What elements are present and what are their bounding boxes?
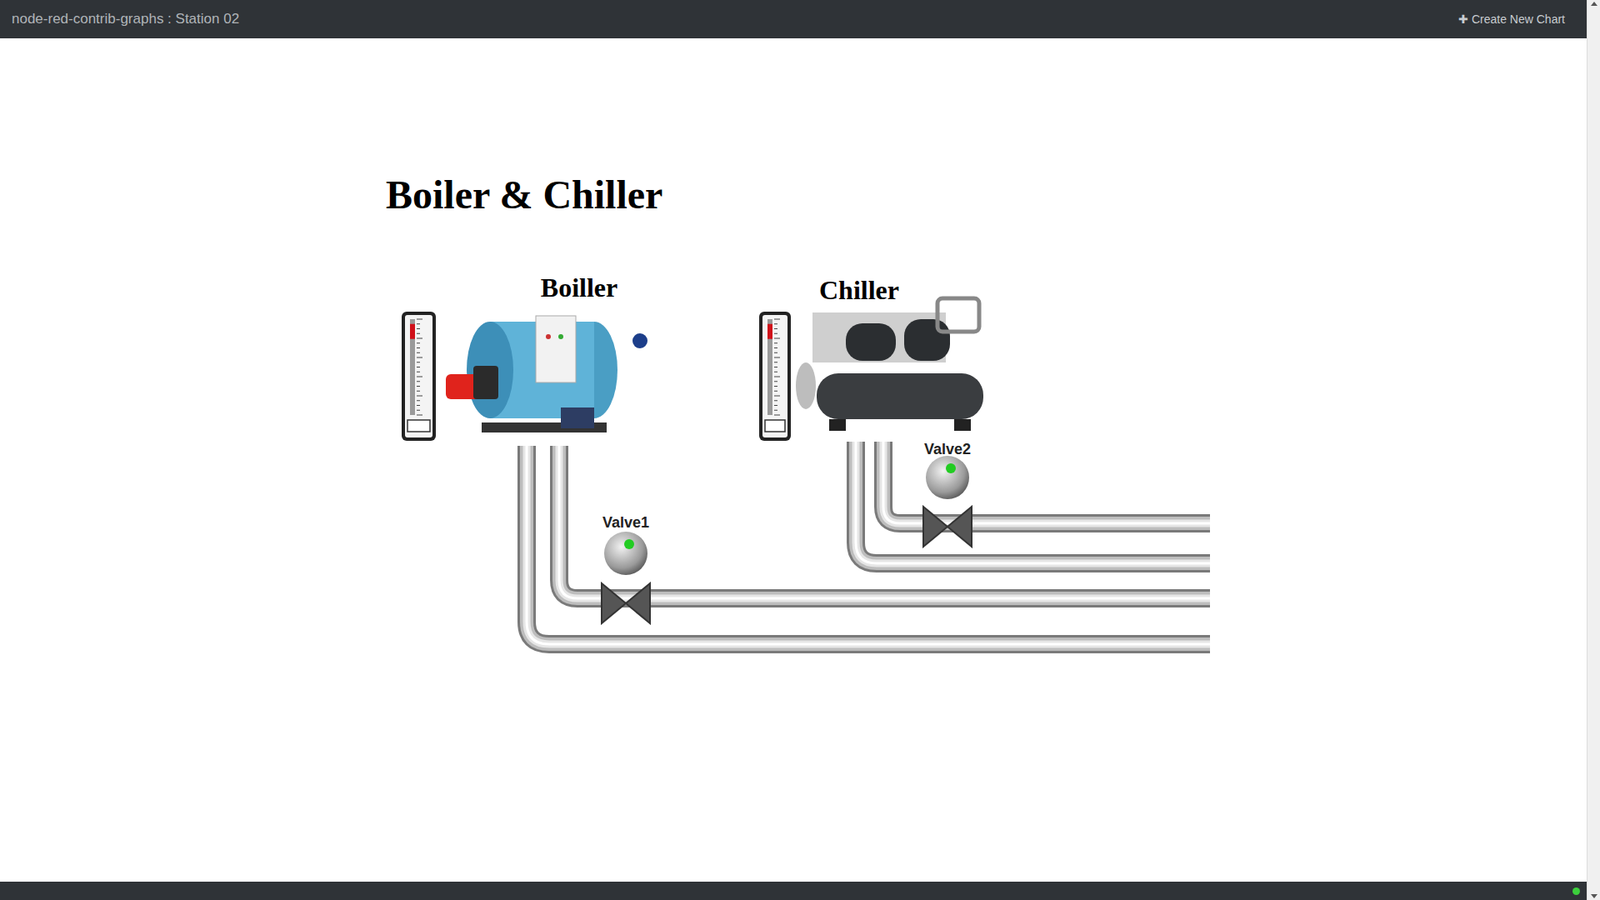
boiler-picture	[444, 290, 654, 437]
valve-label: Valve2	[914, 441, 981, 457]
valve-icon[interactable]	[921, 505, 974, 549]
level-gauge	[758, 310, 792, 442]
valve-label: Valve1	[592, 515, 660, 530]
app: node-red-contrib-graphs : Station 02 ✚Cre…	[0, 0, 1600, 900]
valve-indicator	[924, 454, 971, 501]
valve-indicator	[602, 530, 650, 577]
dashboard: Boiler & Chiller Boiller Chiller Valve1 Valv…	[0, 38, 1587, 882]
chiller-picture	[795, 294, 997, 434]
pipes	[0, 38, 1587, 882]
connection-icon	[1572, 887, 1580, 895]
page-title: Boiler & Chiller	[0, 38, 1587, 219]
level-gauge	[400, 310, 437, 442]
equipment-label: Boiller	[512, 274, 646, 301]
valve-icon[interactable]	[600, 581, 652, 625]
scrollbar[interactable]	[1586, 0, 1600, 900]
create-chart-button[interactable]: ✚Create New Chart	[1458, 10, 1565, 29]
header-title: node-red-contrib-graphs : Station 02	[11, 8, 240, 30]
equipment-label: Chiller	[792, 276, 926, 304]
status-bar	[0, 881, 1587, 900]
header-bar: node-red-contrib-graphs : Station 02 ✚Cre…	[0, 0, 1587, 39]
plus-icon: ✚	[1458, 10, 1469, 29]
